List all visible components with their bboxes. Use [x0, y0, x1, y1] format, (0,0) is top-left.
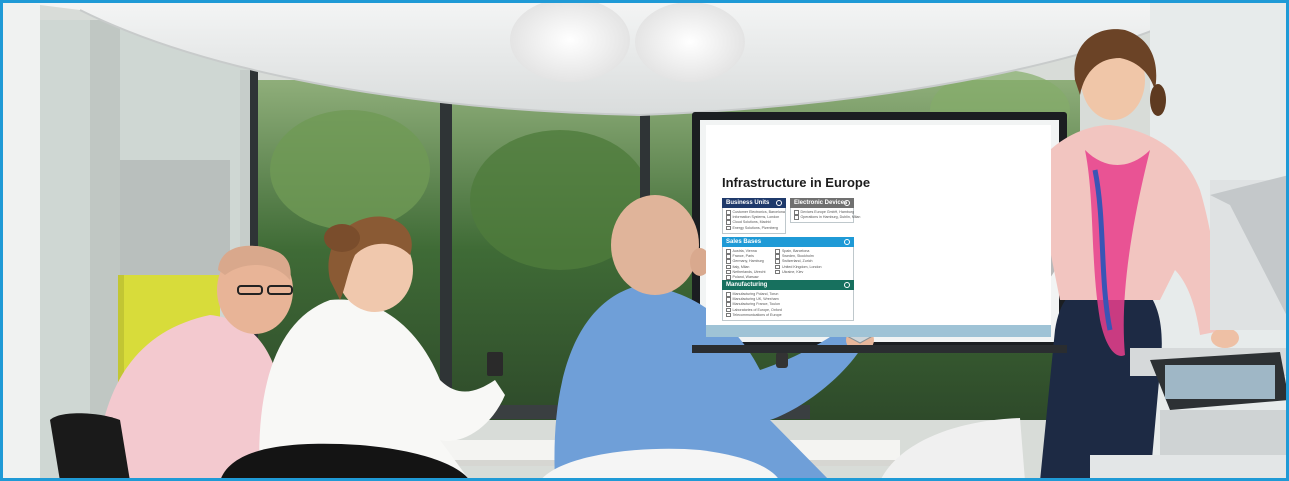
photo-frame: Infrastructure in Europe Business Units … — [0, 0, 1289, 481]
panel-body: Manufacturing Poland, Torun Manufacturin… — [722, 290, 854, 322]
panel-header: Sales Bases — [722, 237, 854, 247]
presentation-slide: Infrastructure in Europe Business Units … — [706, 125, 1051, 337]
slide-footer-bar — [706, 325, 1051, 337]
panel-heading: Sales Bases — [726, 239, 762, 245]
circle-icon — [844, 282, 850, 288]
panel-sales-bases: Sales Bases Austria, Vienna France, Pari… — [722, 237, 854, 284]
circle-icon — [844, 200, 850, 206]
list-item: Operations in Hamburg, Dublin, Milan — [794, 215, 861, 220]
panel-body: Customer Electronics, Barcelona Informat… — [722, 208, 786, 234]
circle-icon — [844, 239, 850, 245]
panel-header: Business Units — [722, 198, 786, 208]
panel-electronic-devices: Electronic Devices Devices Europe GmbH, … — [790, 198, 861, 224]
panel-heading: Electronic Devices — [794, 200, 848, 206]
panel-heading: Manufacturing — [726, 282, 768, 288]
circle-icon — [776, 200, 782, 206]
panel-body: Austria, Vienna France, Paris Germany, H… — [722, 247, 854, 284]
list-item: Energy Solutions, Plzenberg — [726, 226, 782, 231]
office-meeting-photo — [0, 0, 1289, 481]
list-item: Ukraine, Kiev — [775, 270, 821, 275]
panel-heading: Business Units — [726, 200, 770, 206]
list-item: Germany, Hamburg — [726, 259, 765, 264]
panel-header: Manufacturing — [722, 280, 854, 290]
list-item: Telecommunications of Europe — [726, 313, 850, 318]
panel-manufacturing: Manufacturing Manufacturing Poland, Toru… — [722, 280, 854, 322]
slide-title: Infrastructure in Europe — [722, 175, 871, 190]
panel-business-units: Business Units Customer Electronics, Bar… — [722, 198, 786, 234]
panel-header: Electronic Devices — [790, 198, 854, 208]
panel-body: Devices Europe GmbH, Hamburg Operations … — [790, 208, 861, 224]
